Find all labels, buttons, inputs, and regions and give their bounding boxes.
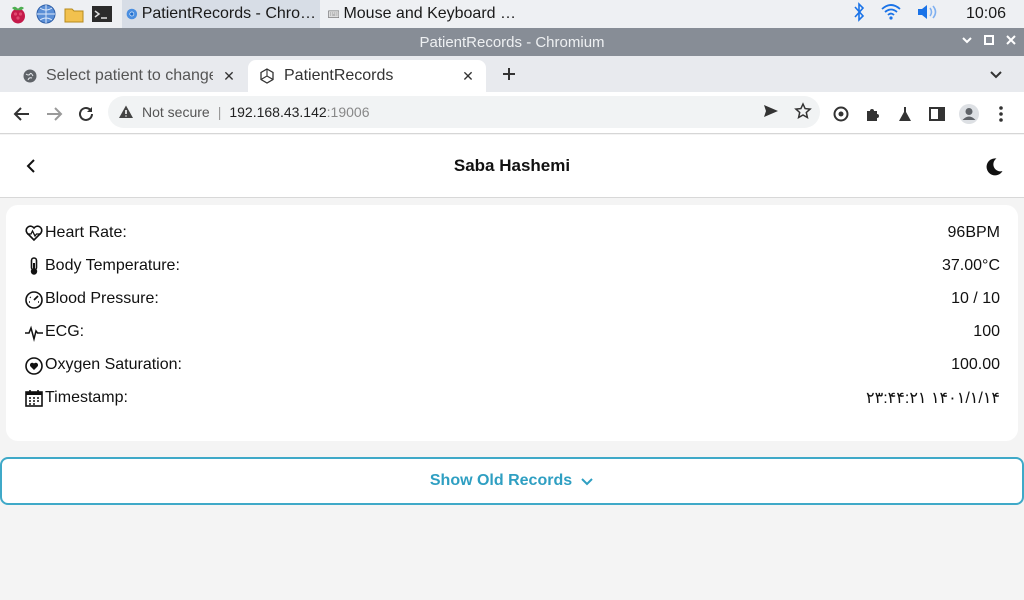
app-header: Saba Hashemi <box>0 135 1024 198</box>
send-icon[interactable] <box>762 102 780 123</box>
vital-row-oxygen-saturation: Oxygen Saturation: 100.00 <box>24 353 1000 377</box>
vital-label: Body Temperature: <box>45 257 180 274</box>
side-panel-icon[interactable] <box>926 103 948 125</box>
volume-icon[interactable] <box>916 2 938 27</box>
vital-value: ۱۴۰۱/۱/۱۴ ۲۳:۴۴:۲۱ <box>866 390 1000 407</box>
security-label: Not secure <box>142 104 210 120</box>
app-back-button[interactable] <box>20 155 42 177</box>
tab-search-button[interactable] <box>982 60 1010 88</box>
bluetooth-icon[interactable] <box>852 1 866 27</box>
vital-row-ecg: ECG: 100 <box>24 320 1000 344</box>
taskbar-task-mouse-keyboard[interactable]: Mouse and Keyboard … <box>324 0 520 28</box>
back-button[interactable] <box>8 100 36 128</box>
taskbar-task-label: Mouse and Keyboard … <box>343 5 516 22</box>
profile-avatar-icon[interactable] <box>958 103 980 125</box>
theme-toggle-button[interactable] <box>982 155 1006 179</box>
show-old-records-button[interactable]: Show Old Records <box>0 457 1024 505</box>
address-bar[interactable]: Not secure | 192.168.43.142:19006 <box>108 96 820 128</box>
vitals-card: Heart Rate: 96BPM Body Temperature: 37.0… <box>6 205 1018 441</box>
calendar-icon <box>24 387 45 409</box>
terminal-icon[interactable] <box>88 0 116 28</box>
chevron-down-icon <box>581 478 593 486</box>
page-content: Saba Hashemi Heart Rate: 96BPM Body Temp… <box>0 135 1024 600</box>
vital-value: 37.00°C <box>942 257 1000 274</box>
thermometer-icon <box>24 255 45 277</box>
chevron-down-icon <box>990 71 1002 79</box>
vital-label: Oxygen Saturation: <box>45 356 182 373</box>
tab-close-icon[interactable]: ✕ <box>221 68 237 85</box>
vital-row-blood-pressure: Blood Pressure: 10 / 10 <box>24 287 1000 311</box>
new-tab-button[interactable] <box>495 60 523 88</box>
url-host: 192.168.43.142 <box>229 104 327 120</box>
arrow-right-icon <box>47 107 63 121</box>
tab-close-icon[interactable]: ✕ <box>460 68 476 85</box>
reload-button[interactable] <box>72 100 100 128</box>
raspberry-menu-icon[interactable] <box>4 0 32 28</box>
maximize-icon[interactable] <box>982 33 996 51</box>
vital-value: 100 <box>973 323 1000 340</box>
gauge-icon <box>24 288 45 310</box>
wifi-icon[interactable] <box>880 2 902 27</box>
forward-button[interactable] <box>40 100 68 128</box>
vital-value: 96BPM <box>947 224 1000 241</box>
ecg-icon <box>24 321 45 343</box>
close-icon[interactable] <box>1004 33 1018 51</box>
browser-menu-icon[interactable] <box>990 103 1012 125</box>
window-title: PatientRecords - Chromium <box>419 33 605 51</box>
oxygen-icon <box>24 354 45 376</box>
reload-icon <box>79 106 93 121</box>
patient-name: Saba Hashemi <box>453 156 571 175</box>
extensions-puzzle-icon[interactable] <box>862 103 884 125</box>
heart-rate-icon <box>24 222 45 244</box>
vital-row-heart-rate: Heart Rate: 96BPM <box>24 221 1000 245</box>
moon-icon <box>986 158 1003 176</box>
chevron-left-icon <box>26 159 35 173</box>
vital-label: Blood Pressure: <box>45 290 159 307</box>
tab-patient-records[interactable]: PatientRecords ✕ <box>248 60 486 92</box>
extension-custom-icon[interactable] <box>830 103 852 125</box>
chevron-down-icon[interactable] <box>960 33 974 51</box>
show-old-records-label: Show Old Records <box>429 472 573 489</box>
vital-label: ECG: <box>45 323 85 340</box>
taskbar-task-label: PatientRecords - Chro… <box>141 5 316 22</box>
tab-title: PatientRecords <box>284 67 394 84</box>
warning-icon <box>119 105 133 118</box>
bookmark-star-icon[interactable] <box>794 101 812 123</box>
tab-select-patient[interactable]: Select patient to change ✕ <box>0 60 247 92</box>
vital-row-timestamp: Timestamp: ۱۴۰۱/۱/۱۴ ۲۳:۴۴:۲۱ <box>24 386 1000 410</box>
url-port: :19006 <box>326 104 370 120</box>
file-manager-icon[interactable] <box>60 0 88 28</box>
clock: 10:06 <box>965 5 1006 22</box>
globe-icon <box>23 69 37 83</box>
tab-title: Select patient to change <box>46 67 213 84</box>
vital-value: 10 / 10 <box>951 290 1000 307</box>
tab-strip: Select patient to change ✕ PatientRecord… <box>0 56 1024 92</box>
plus-icon <box>503 68 515 80</box>
web-browser-icon[interactable] <box>32 0 60 28</box>
taskbar: PatientRecords - Chro… Mouse and Keyboar… <box>0 0 1024 28</box>
vital-value: 100.00 <box>951 356 1000 373</box>
vital-label: Heart Rate: <box>45 224 127 241</box>
keyboard-icon <box>328 10 340 18</box>
arrow-left-icon <box>13 107 29 121</box>
react-app-icon <box>260 68 274 84</box>
window-titlebar: PatientRecords - Chromium <box>0 28 1024 56</box>
chromium-icon <box>126 8 138 20</box>
browser-toolbar: Not secure | 192.168.43.142:19006 <box>0 92 1024 134</box>
vital-label: Timestamp: <box>45 389 128 406</box>
taskbar-task-chromium[interactable]: PatientRecords - Chro… <box>122 0 320 28</box>
labs-flask-icon[interactable] <box>894 103 916 125</box>
vital-row-body-temperature: Body Temperature: 37.00°C <box>24 254 1000 278</box>
